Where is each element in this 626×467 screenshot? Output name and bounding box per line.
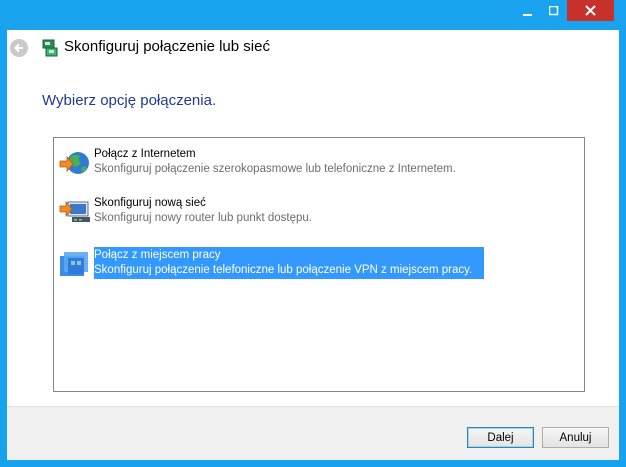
dialog-title: Skonfiguruj połączenie lub sieć bbox=[64, 38, 270, 55]
button-bar: Dalej Anuluj bbox=[7, 406, 619, 460]
back-arrow-icon bbox=[14, 43, 23, 53]
section-title: Wybierz opcję połączenia. bbox=[42, 92, 217, 109]
close-icon bbox=[585, 5, 596, 16]
option-title: Połącz z Internetem bbox=[94, 148, 196, 160]
minimize-button[interactable] bbox=[515, 0, 541, 22]
back-button[interactable] bbox=[10, 39, 28, 57]
maximize-button[interactable] bbox=[541, 0, 567, 22]
globe-icon bbox=[59, 152, 89, 174]
connection-options-list[interactable]: Połącz z Internetem Skonfiguruj połączen… bbox=[53, 137, 585, 392]
router-icon bbox=[59, 200, 90, 222]
minimize-icon bbox=[523, 14, 532, 16]
next-button[interactable]: Dalej bbox=[467, 427, 534, 448]
option-description: Skonfiguruj nowy router lub punkt dostęp… bbox=[94, 212, 312, 224]
network-setup-icon bbox=[42, 39, 58, 57]
cancel-button[interactable]: Anuluj bbox=[542, 427, 609, 448]
option-connect-internet[interactable]: Połącz z Internetem Skonfiguruj połączen… bbox=[58, 147, 578, 183]
option-description: Skonfiguruj połączenie szerokopasmowe lu… bbox=[94, 163, 456, 175]
dialog-content: Skonfiguruj połączenie lub sieć Wybierz … bbox=[7, 30, 619, 460]
title-bar[interactable] bbox=[0, 0, 626, 30]
option-new-network[interactable]: Skonfiguruj nową sieć Skonfiguruj nowy r… bbox=[58, 196, 578, 232]
dialog-header: Skonfiguruj połączenie lub sieć bbox=[7, 30, 619, 68]
workplace-icon bbox=[60, 252, 88, 276]
option-title: Skonfiguruj nową sieć bbox=[94, 197, 206, 209]
option-title: Połącz z miejscem pracy bbox=[94, 249, 221, 261]
maximize-icon bbox=[549, 6, 559, 16]
close-button[interactable] bbox=[567, 0, 614, 21]
option-description: Skonfiguruj połączenie telefoniczne lub … bbox=[94, 264, 473, 276]
option-connect-workplace[interactable]: Połącz z miejscem pracy Skonfiguruj połą… bbox=[58, 247, 578, 284]
dialog-window: Skonfiguruj połączenie lub sieć Wybierz … bbox=[0, 0, 626, 467]
